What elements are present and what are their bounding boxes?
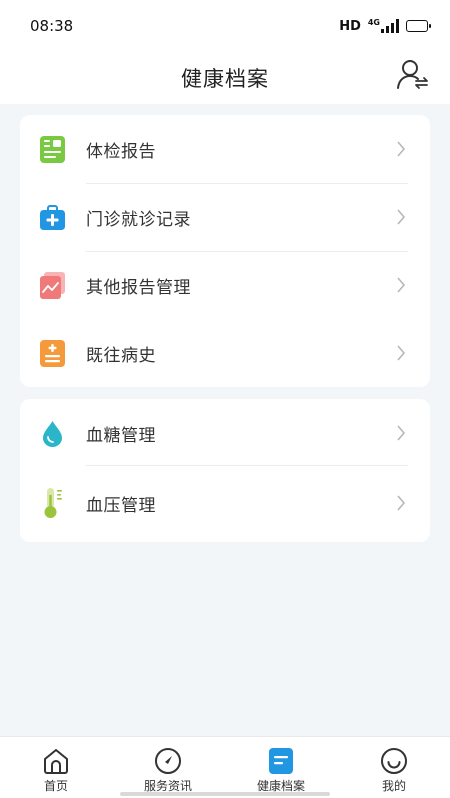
signal-icon <box>381 19 399 33</box>
tab-home[interactable]: 首页 <box>6 737 106 798</box>
app-header: 健康档案 <box>0 52 450 104</box>
report-chart-icon <box>40 271 65 299</box>
menu-item-blood-pressure[interactable]: 血压管理 <box>20 469 430 537</box>
network-type: 4G <box>367 18 380 27</box>
network-indicator: 4G <box>368 19 399 33</box>
hd-indicator: HD <box>339 18 361 34</box>
medical-history-icon <box>40 339 65 367</box>
user-switch-icon[interactable] <box>396 57 430 91</box>
status-bar: 08:38 HD 4G <box>0 0 450 52</box>
menu-item-outpatient-records[interactable]: 门诊就诊记录 <box>20 183 430 251</box>
chevron-right-icon <box>397 495 406 511</box>
status-icons: HD 4G <box>339 18 431 34</box>
chevron-right-icon <box>397 141 406 157</box>
menu-item-label: 既往病史 <box>86 345 156 366</box>
chevron-right-icon <box>397 425 406 441</box>
blood-drop-icon <box>43 420 62 447</box>
menu-item-medical-history[interactable]: 既往病史 <box>20 319 430 387</box>
medical-kit-icon <box>40 204 65 230</box>
menu-item-label: 血压管理 <box>86 495 156 516</box>
records-icon <box>269 748 293 774</box>
tab-label: 首页 <box>43 779 68 793</box>
bottom-tab-bar: 首页 服务资讯 健康档案 我的 <box>0 736 450 798</box>
menu-item-checkup-report[interactable]: 体检报告 <box>20 115 430 183</box>
checkup-report-icon <box>40 135 65 163</box>
menu-item-label: 其他报告管理 <box>86 277 191 298</box>
tab-label: 我的 <box>381 779 406 793</box>
chevron-right-icon <box>397 277 406 293</box>
status-time: 08:38 <box>30 17 74 35</box>
compass-icon <box>155 748 181 774</box>
tab-health-records[interactable]: 健康档案 <box>231 737 331 798</box>
records-card-main: 体检报告 门诊就诊记录 其他报告管理 既往病史 <box>20 115 430 387</box>
divider <box>86 465 408 466</box>
records-card-monitoring: 血糖管理 血压管理 <box>20 399 430 542</box>
menu-item-label: 体检报告 <box>86 141 156 162</box>
menu-item-blood-sugar[interactable]: 血糖管理 <box>20 399 430 467</box>
tab-mine[interactable]: 我的 <box>344 737 444 798</box>
chevron-right-icon <box>397 209 406 225</box>
thermometer-icon <box>44 488 62 518</box>
tab-service-news[interactable]: 服务资讯 <box>118 737 218 798</box>
menu-item-other-reports[interactable]: 其他报告管理 <box>20 251 430 319</box>
menu-item-label: 血糖管理 <box>86 425 156 446</box>
home-indicator[interactable] <box>120 792 330 796</box>
page-title: 健康档案 <box>181 67 269 91</box>
menu-item-label: 门诊就诊记录 <box>86 209 191 230</box>
chevron-right-icon <box>397 345 406 361</box>
home-icon <box>44 749 68 774</box>
smile-face-icon <box>381 748 407 774</box>
battery-icon <box>406 20 431 32</box>
